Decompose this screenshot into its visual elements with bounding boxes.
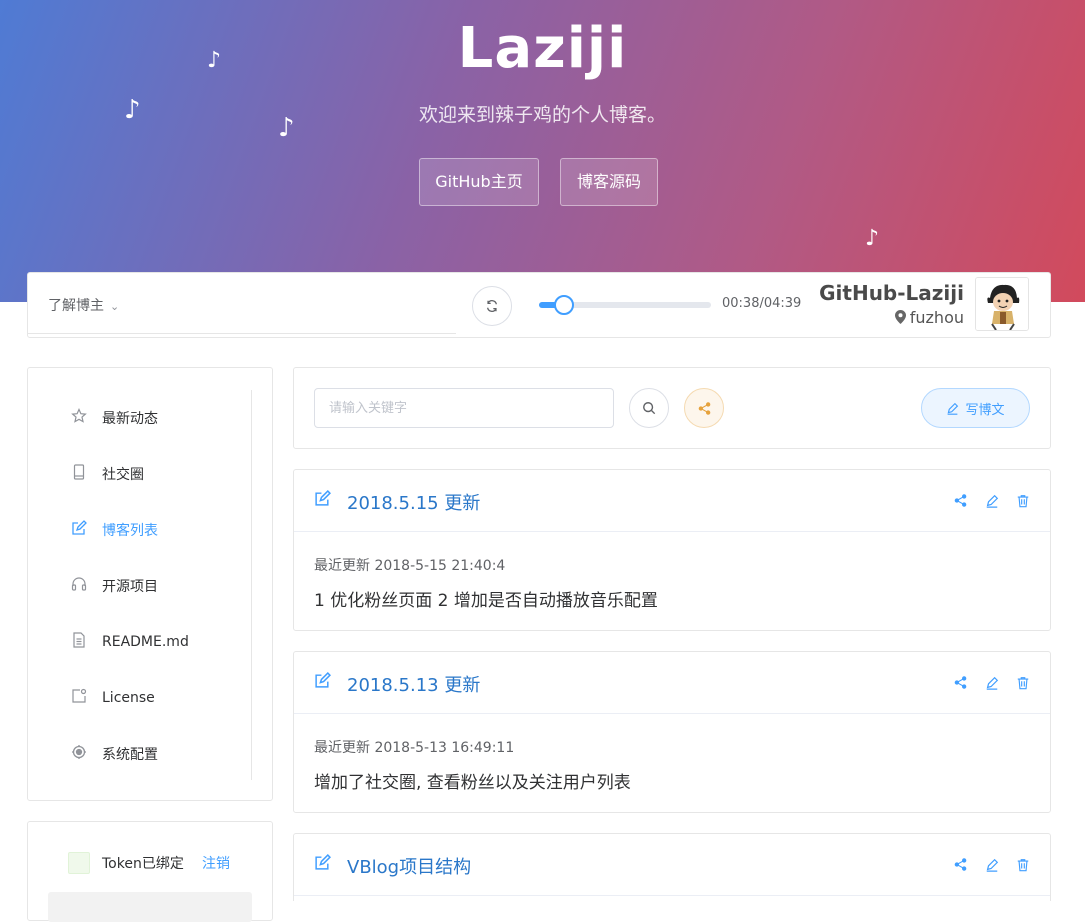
blog-source-button[interactable]: 博客源码 [560,158,658,206]
delete-icon[interactable] [1016,494,1030,508]
player-bar: 了解博主 ⌄ 00:38/04:39 GitHub-Laziji fuzhou [27,272,1051,338]
share-icon[interactable] [954,494,968,508]
sidebar-item-label: 最新动态 [102,411,158,427]
music-note-icon: ♪ [278,113,295,143]
sidebar-item-label: License [102,690,155,706]
post-actions [954,858,1030,872]
sidebar-item-readme[interactable]: README.md [68,622,243,662]
post-description: 1 优化粉丝页面 2 增加是否自动播放音乐配置 [314,591,658,611]
sidebar-item-label: 开源项目 [102,579,158,595]
post-header: 2018.5.15 更新 [294,470,1050,532]
location-text: fuzhou [909,308,964,327]
edit-icon [68,520,90,540]
progress-handle[interactable] [554,295,575,315]
headset-icon [68,576,90,596]
search-icon [643,402,656,415]
site-subtitle: 欢迎来到辣子鸡的个人博客。 [418,104,666,126]
sidebar-item-settings[interactable]: 系统配置 [68,734,243,774]
token-card: Token已绑定 注销 [27,821,273,922]
token-status-icon [68,852,90,874]
avatar-image [976,278,1028,330]
pencil-icon [948,402,959,415]
star-icon [68,408,90,428]
loop-button[interactable] [472,286,512,326]
share-icon[interactable] [954,858,968,872]
post-header: 2018.5.13 更新 [294,652,1050,714]
location-pin-icon [894,310,906,324]
badge-icon [68,688,90,708]
post-title[interactable]: 2018.5.15 更新 [347,489,480,515]
post-actions [954,494,1030,508]
sidebar: 最新动态 社交圈 博客列表 开源项目 README.md License 系统配… [27,367,273,801]
time-display: 00:38/04:39 [722,296,802,311]
about-label: 了解博主 [48,298,104,314]
music-note-icon: ♪ [865,226,880,251]
write-post-button[interactable]: 写博文 [921,388,1030,428]
progress-slider[interactable] [539,295,711,315]
document-icon [68,632,90,652]
post-actions [954,676,1030,690]
sidebar-item-social[interactable]: 社交圈 [68,454,243,494]
post-card: 2018.5.15 更新 最近更新 2018-5-15 21:40:4 1 优化… [293,469,1051,631]
mobile-icon [68,464,90,484]
about-dropdown[interactable]: 了解博主 ⌄ [48,295,119,315]
post-updated: 最近更新 2018-5-13 16:49:11 [314,740,515,756]
sidebar-item-blog-list[interactable]: 博客列表 [68,510,243,550]
post-title[interactable]: VBlog项目结构 [347,853,471,879]
token-input[interactable] [48,892,252,922]
avatar[interactable] [975,277,1029,331]
music-note-icon: ♪ [124,95,141,125]
post-title[interactable]: 2018.5.13 更新 [347,671,480,697]
music-note-icon: ♪ [207,48,222,73]
post-description: 增加了社交圈, 查看粉丝以及关注用户列表 [314,773,631,793]
github-home-button[interactable]: GitHub主页 [419,158,539,206]
pencil-icon[interactable] [985,676,999,690]
pencil-icon[interactable] [985,494,999,508]
divider [28,333,456,334]
share-icon [698,401,710,415]
share-button[interactable] [684,388,724,428]
search-input[interactable] [314,388,614,428]
token-status: Token已绑定 [102,856,184,872]
location: fuzhou [894,308,964,327]
edit-icon [314,490,331,511]
delete-icon[interactable] [1016,858,1030,872]
delete-icon[interactable] [1016,676,1030,690]
edit-icon [314,854,331,875]
refresh-icon [486,300,498,312]
sidebar-item-label: 博客列表 [102,523,158,539]
edit-icon [314,672,331,693]
share-icon[interactable] [954,676,968,690]
github-username[interactable]: GitHub-Laziji [819,281,964,305]
post-updated: 最近更新 2018-5-15 21:40:4 [314,558,506,574]
site-title: Laziji [457,16,628,81]
post-card: 2018.5.13 更新 最近更新 2018-5-13 16:49:11 增加了… [293,651,1051,813]
settings-icon [68,744,90,764]
search-button[interactable] [629,388,669,428]
sidebar-item-label: 系统配置 [102,747,158,763]
sidebar-item-label: README.md [102,634,189,650]
sidebar-item-license[interactable]: License [68,678,243,718]
sidebar-item-label: 社交圈 [102,467,144,483]
post-header: VBlog项目结构 [294,834,1050,896]
logout-link[interactable]: 注销 [202,853,230,873]
sidebar-item-latest[interactable]: 最新动态 [68,398,243,438]
chevron-down-icon: ⌄ [110,300,120,313]
sidebar-item-open-source[interactable]: 开源项目 [68,566,243,606]
hero-banner: Laziji 欢迎来到辣子鸡的个人博客。 GitHub主页 博客源码 ♪ ♪ ♪… [0,0,1085,302]
search-toolbar: 写博文 [293,367,1051,449]
post-card: VBlog项目结构 [293,833,1051,901]
divider [251,390,252,780]
write-post-label: 写博文 [965,402,1005,418]
pencil-icon[interactable] [985,858,999,872]
